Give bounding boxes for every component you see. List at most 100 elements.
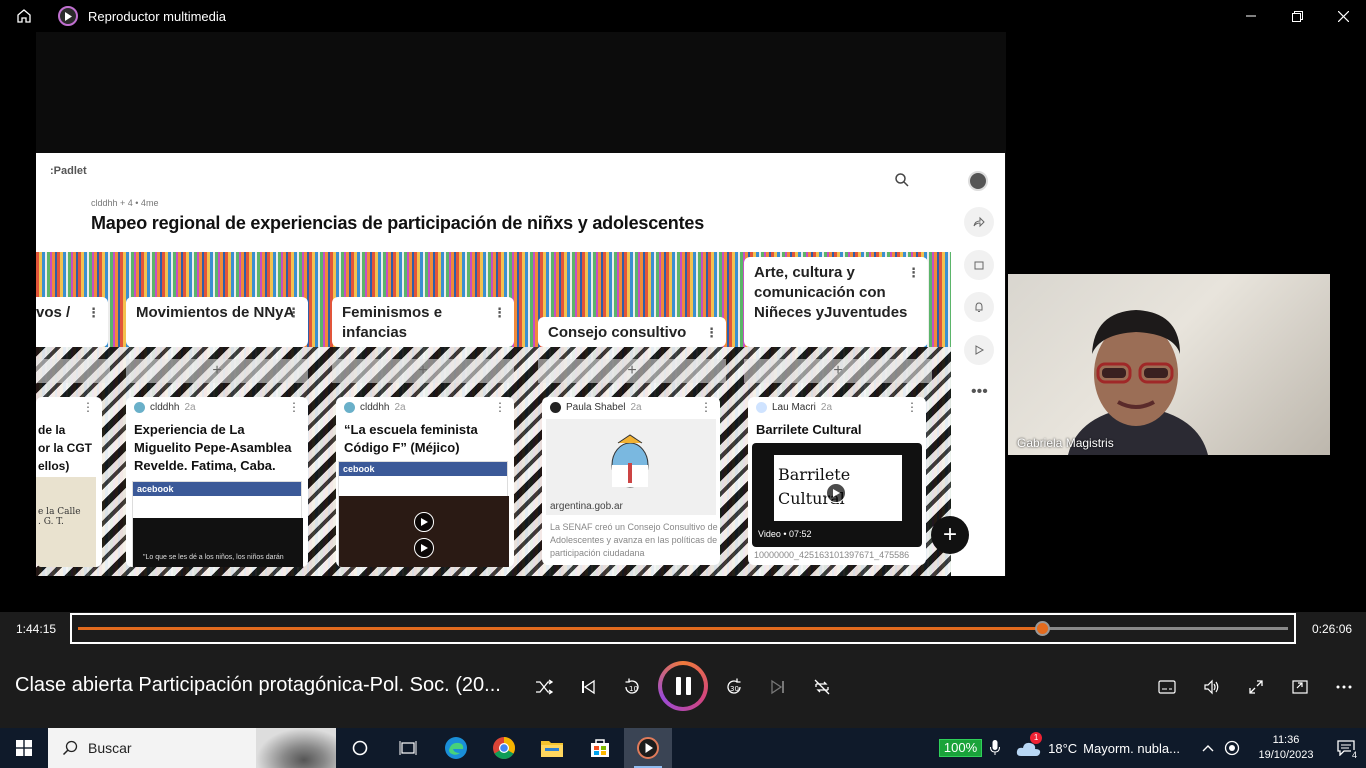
seek-progress bbox=[78, 627, 1043, 630]
webcam-feed: Gabriela Magistris bbox=[1008, 274, 1330, 455]
column-header: Feminismos e infancias ⋮ bbox=[332, 297, 514, 347]
elapsed-time: 1:44:15 bbox=[16, 622, 57, 636]
share-icon bbox=[964, 207, 994, 237]
forward-30-button[interactable]: 30 bbox=[721, 674, 747, 700]
app-icon bbox=[58, 6, 78, 26]
restore-icon bbox=[1291, 10, 1303, 22]
search-highlight-art bbox=[256, 728, 336, 768]
participant-figure bbox=[1068, 310, 1208, 455]
start-button[interactable] bbox=[0, 728, 48, 768]
store-icon bbox=[591, 739, 609, 757]
pause-button[interactable] bbox=[658, 661, 708, 711]
fullscreen-icon bbox=[1249, 680, 1263, 694]
weather-description: Mayorm. nubla... bbox=[1083, 740, 1180, 756]
more-icon bbox=[1336, 685, 1352, 689]
pause-icon bbox=[662, 665, 704, 707]
title-bar: Reproductor multimedia bbox=[0, 0, 1366, 32]
shuffle-button[interactable] bbox=[531, 674, 557, 700]
clock-date: 19/10/2023 bbox=[1258, 749, 1314, 761]
taskbar-media-player[interactable] bbox=[624, 728, 672, 768]
add-post-strip: + bbox=[126, 359, 308, 383]
search-icon bbox=[895, 173, 909, 187]
bell-icon bbox=[964, 292, 994, 322]
padlet-screen: :Padlet clddhh + 4 • 4me Mapeo regional … bbox=[36, 153, 1005, 576]
close-icon bbox=[1337, 10, 1349, 22]
subtitles-button[interactable] bbox=[1154, 674, 1180, 700]
clock[interactable]: 11:36 19/10/2023 bbox=[1246, 733, 1326, 763]
taskbar-chrome[interactable] bbox=[480, 728, 528, 768]
more-icon: ••• bbox=[971, 383, 988, 400]
post-card: clddhh 2a ⋮ Experiencia de La Miguelito P… bbox=[126, 397, 308, 567]
participant-name: Gabriela Magistris bbox=[1017, 436, 1114, 450]
system-tray: 100% 1 18°C Mayorm. nubla... 11:36 19/10… bbox=[938, 728, 1366, 768]
add-post-strip: + bbox=[744, 359, 932, 383]
minimize-button[interactable] bbox=[1228, 0, 1274, 32]
padlet-logo: :Padlet bbox=[50, 165, 87, 177]
post-thumbnail: acebook "Lo que se les dé a los niños, l… bbox=[132, 481, 303, 567]
post-thumbnail: e la Calle . G. T. bbox=[36, 477, 96, 567]
seek-thumb[interactable] bbox=[1035, 621, 1051, 636]
volume-icon bbox=[1204, 679, 1219, 695]
column-header: Consejo consultivo ⋮ bbox=[538, 317, 726, 347]
previous-button[interactable] bbox=[575, 674, 601, 700]
home-icon bbox=[17, 9, 31, 23]
seek-track[interactable] bbox=[78, 621, 1288, 636]
media-title: Clase abierta Participación protagónica-… bbox=[15, 674, 501, 696]
video-area[interactable]: :Padlet clddhh + 4 • 4me Mapeo regional … bbox=[0, 32, 1366, 612]
chevron-up-icon[interactable] bbox=[1202, 744, 1214, 752]
home-button[interactable] bbox=[0, 0, 48, 32]
clock-time: 11:36 bbox=[1272, 734, 1300, 746]
window-title: Reproductor multimedia bbox=[88, 8, 227, 24]
weather-widget[interactable]: 1 bbox=[1016, 732, 1043, 758]
shuffle-icon bbox=[536, 679, 553, 695]
post-card: Lau Macri 2a ⋮ Barrilete Cultural Barrile… bbox=[748, 397, 926, 565]
task-view-button[interactable] bbox=[384, 728, 432, 768]
more-options-button[interactable] bbox=[1331, 674, 1357, 700]
svg-text:30: 30 bbox=[730, 685, 739, 693]
padlet-board: vos / ⋮ Movimientos de NNyA ⋮ Feminismos e… bbox=[36, 252, 951, 576]
cortana-button[interactable] bbox=[336, 728, 384, 768]
column-header: Arte, cultura y comunicación con Niñeces… bbox=[744, 257, 928, 347]
mini-player-icon bbox=[1292, 680, 1308, 694]
rewind-10-button[interactable]: 10 bbox=[619, 674, 645, 700]
media-player-icon bbox=[637, 737, 659, 759]
column-header: vos / ⋮ bbox=[36, 297, 108, 347]
volume-button[interactable] bbox=[1199, 674, 1225, 700]
add-post-button: + bbox=[931, 516, 969, 554]
taskbar-search-box[interactable]: Buscar bbox=[48, 728, 336, 768]
edge-icon bbox=[445, 737, 467, 759]
argentina-seal-icon bbox=[611, 434, 649, 488]
task-view-icon bbox=[399, 741, 417, 755]
slideshow-icon bbox=[964, 335, 994, 365]
mini-player-button[interactable] bbox=[1287, 674, 1313, 700]
weather-temperature: 18°C bbox=[1048, 740, 1078, 756]
padlet-heading: Mapeo regional de experiencias de partic… bbox=[91, 213, 705, 233]
record-icon[interactable] bbox=[1224, 740, 1240, 756]
notification-count: 4 bbox=[1350, 750, 1358, 760]
close-button[interactable] bbox=[1320, 0, 1366, 32]
taskbar-edge[interactable] bbox=[432, 728, 480, 768]
windows-icon bbox=[16, 740, 32, 756]
battery-indicator[interactable]: 100% bbox=[938, 739, 983, 757]
taskbar-file-explorer[interactable] bbox=[528, 728, 576, 768]
seek-bar-row: 1:44:15 0:26:06 bbox=[0, 612, 1366, 646]
search-icon bbox=[62, 740, 78, 756]
taskbar-store[interactable] bbox=[576, 728, 624, 768]
forward-30-icon: 30 bbox=[727, 678, 741, 694]
post-thumbnail: Barrilete Cultural Video • 07:52 bbox=[752, 443, 922, 547]
column-header: Movimientos de NNyA ⋮ bbox=[126, 297, 308, 347]
chrome-icon bbox=[493, 737, 515, 759]
post-card: Paula Shabel 2a ⋮ argentina.gob.ar La SEN… bbox=[542, 397, 720, 565]
notification-center-button[interactable]: 4 bbox=[1326, 728, 1366, 768]
seek-bar[interactable] bbox=[70, 613, 1296, 644]
repeat-off-button[interactable] bbox=[809, 674, 835, 700]
folder-icon bbox=[541, 741, 563, 757]
microphone-icon[interactable] bbox=[990, 740, 1001, 756]
next-button[interactable] bbox=[765, 674, 791, 700]
remaining-time: 0:26:06 bbox=[1312, 622, 1353, 636]
repeat-off-icon bbox=[814, 679, 830, 695]
fullscreen-button[interactable] bbox=[1243, 674, 1269, 700]
taskbar-search-label: Buscar bbox=[88, 740, 132, 756]
post-thumbnail: cebook bbox=[338, 461, 509, 567]
restore-button[interactable] bbox=[1274, 0, 1320, 32]
